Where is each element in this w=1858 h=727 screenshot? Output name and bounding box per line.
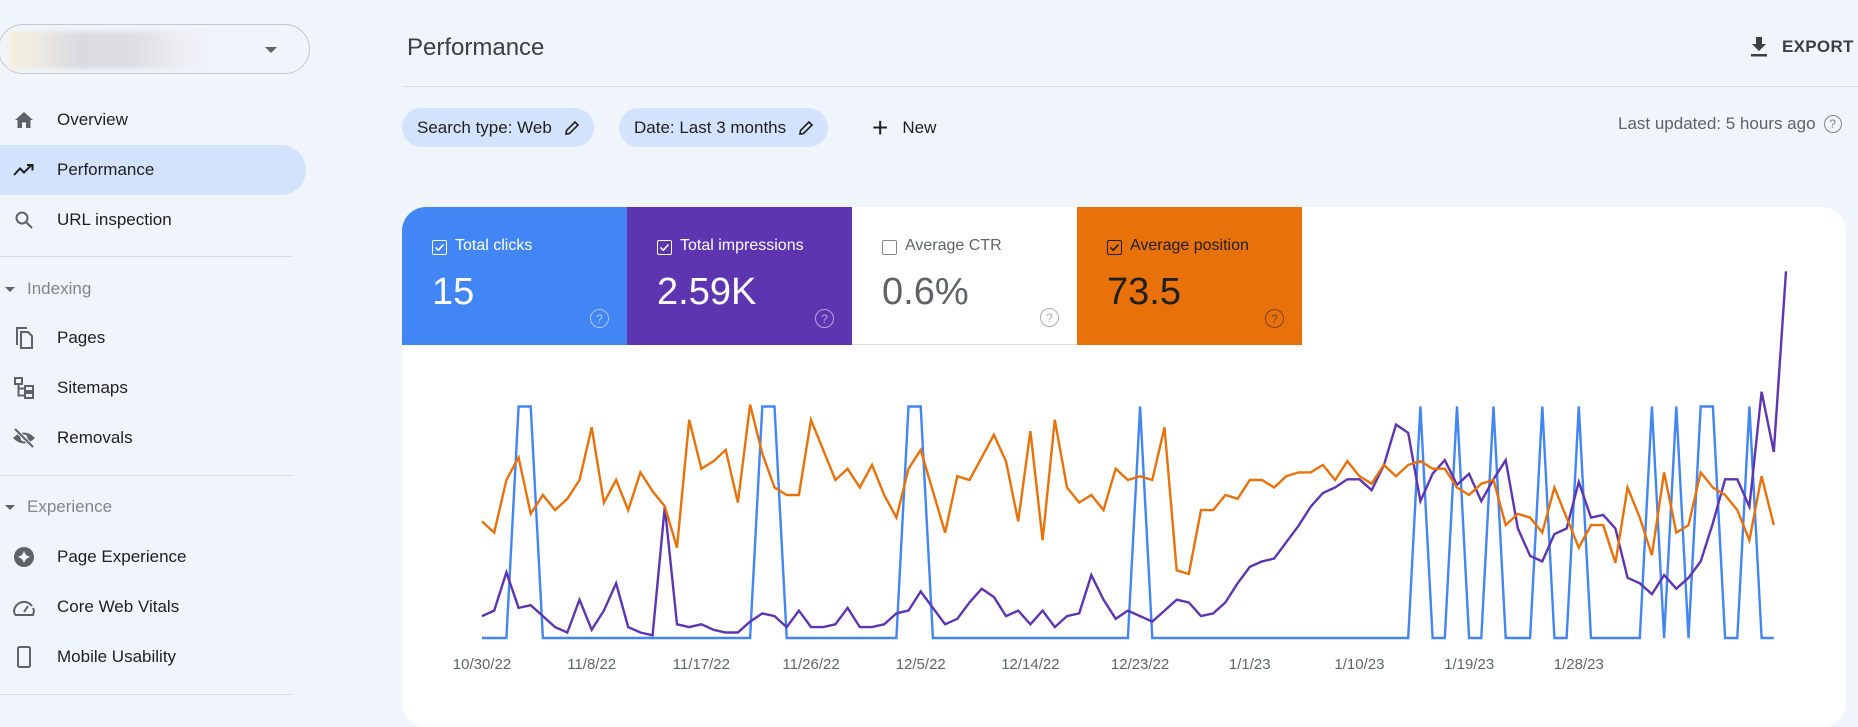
- sitemap-icon: [12, 376, 36, 400]
- sidebar-item-url-inspection[interactable]: URL inspection: [0, 195, 306, 245]
- x-tick-label: 11/8/22: [567, 656, 616, 673]
- smartphone-icon: [12, 645, 36, 669]
- sidebar-item-performance[interactable]: Performance: [0, 145, 306, 195]
- search-icon: [12, 208, 36, 232]
- filter-chip-search-type[interactable]: Search type: Web: [402, 108, 594, 147]
- sidebar-item-label: Overview: [57, 110, 128, 129]
- sidebar-item-label: Performance: [57, 160, 155, 179]
- section-label: Experience: [27, 497, 113, 516]
- sidebar-item-core-web-vitals[interactable]: Core Web Vitals: [0, 582, 306, 632]
- pages-icon: [12, 326, 36, 350]
- new-filter-label: New: [902, 117, 937, 137]
- filter-chip-label: Search type: Web: [417, 117, 552, 137]
- collapse-triangle-icon: [5, 504, 15, 510]
- property-name-redacted: [9, 31, 211, 69]
- x-tick-label: 10/30/22: [453, 656, 511, 673]
- sidebar-item-label: Mobile Usability: [57, 647, 177, 666]
- last-updated-text: Last updated: 5 hours ago: [1618, 114, 1816, 133]
- x-tick-label: 1/28/23: [1554, 656, 1604, 673]
- eye-off-icon: [12, 426, 36, 450]
- home-icon: [12, 108, 36, 132]
- x-tick-label: 1/19/23: [1444, 656, 1494, 673]
- sidebar-item-label: Page Experience: [57, 547, 187, 566]
- export-label: EXPORT: [1782, 37, 1854, 56]
- sidebar-item-label: Sitemaps: [57, 378, 128, 397]
- trending-up-icon: [12, 158, 36, 182]
- performance-line-chart[interactable]: 10/30/22 11/8/22 11/17/22 11/26/22 12/5/22 12…: [402, 207, 1846, 727]
- x-tick-label: 12/14/22: [1001, 656, 1059, 673]
- page-experience-icon: [12, 545, 36, 569]
- download-icon: [1751, 37, 1767, 57]
- series-line-total-impressions[interactable]: [481, 271, 1788, 637]
- sidebar-item-page-experience[interactable]: Page Experience: [0, 532, 306, 582]
- x-tick-label: 11/17/22: [673, 656, 730, 673]
- x-tick-label: 1/1/23: [1229, 656, 1271, 673]
- sidebar-item-label: URL inspection: [57, 210, 172, 229]
- plus-icon: +: [872, 111, 889, 143]
- filter-chip-label: Date: Last 3 months: [634, 117, 787, 137]
- last-updated: Last updated: 5 hours ago ?: [1618, 114, 1842, 134]
- sidebar-divider: [0, 475, 292, 476]
- sidebar-item-label: Core Web Vitals: [57, 597, 180, 616]
- header-divider: [402, 86, 1858, 87]
- export-button[interactable]: EXPORT: [1750, 32, 1854, 62]
- sidebar-item-pages[interactable]: Pages: [0, 313, 306, 363]
- help-icon[interactable]: ?: [1823, 115, 1842, 133]
- speedometer-icon: [12, 595, 36, 619]
- arrow-drop-down-icon: [265, 47, 277, 53]
- x-tick-label: 12/5/22: [896, 656, 946, 673]
- section-label: Indexing: [27, 279, 92, 298]
- collapse-triangle-icon: [5, 286, 15, 292]
- sidebar-item-label: Removals: [57, 428, 133, 447]
- page-title: Performance: [407, 34, 545, 61]
- filter-chip-date[interactable]: Date: Last 3 months: [619, 108, 829, 147]
- property-selector[interactable]: [0, 24, 310, 74]
- performance-card: Total clicks 15 ? Total impressions 2.59…: [402, 207, 1846, 727]
- sidebar-item-sitemaps[interactable]: Sitemaps: [0, 363, 306, 413]
- x-tick-label: 1/10/23: [1334, 656, 1384, 673]
- sidebar-item-mobile-usability[interactable]: Mobile Usability: [0, 632, 306, 682]
- x-tick-label: 11/26/22: [782, 656, 839, 673]
- sidebar-item-label: Pages: [57, 328, 106, 347]
- sidebar-item-overview[interactable]: Overview: [0, 95, 306, 145]
- sidebar-divider: [0, 694, 292, 695]
- sidebar-item-removals[interactable]: Removals: [0, 413, 306, 463]
- sidebar: Overview Performance URL inspection Inde…: [0, 0, 310, 703]
- new-filter-button[interactable]: + New: [872, 108, 936, 147]
- edit-pencil-icon: [799, 120, 814, 135]
- edit-pencil-icon: [564, 120, 579, 135]
- x-tick-label: 12/23/22: [1111, 656, 1169, 673]
- sidebar-divider: [0, 256, 292, 257]
